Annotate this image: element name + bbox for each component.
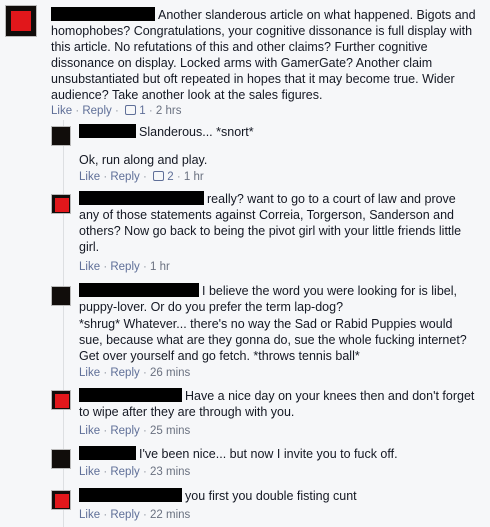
reply-link[interactable]: Reply	[110, 261, 139, 273]
separator: ·	[103, 261, 108, 273]
redacted-name[interactable]	[51, 7, 155, 21]
redacted-name[interactable]	[79, 488, 182, 502]
redacted-name[interactable]	[79, 388, 182, 402]
avatar[interactable]	[51, 390, 71, 410]
reply-link[interactable]: Reply	[110, 509, 139, 521]
like-count[interactable]: 2	[167, 171, 173, 183]
comment-text: Slanderous... *snort*	[79, 124, 479, 140]
comment-actions: Like · Reply · 26 mins	[79, 366, 190, 380]
separator: ·	[142, 367, 147, 379]
separator: ·	[142, 466, 147, 478]
redacted-name[interactable]	[79, 191, 204, 205]
like-thumb-icon	[153, 171, 165, 181]
comment-body: Another slanderous article on what happe…	[51, 8, 476, 102]
like-link[interactable]: Like	[79, 367, 100, 379]
like-count[interactable]: 1	[139, 105, 145, 117]
separator: ·	[114, 105, 119, 117]
avatar[interactable]	[51, 126, 71, 146]
comment-actions: Like · Reply · 25 mins	[79, 424, 190, 438]
timestamp[interactable]: 1 hr	[150, 261, 170, 273]
redacted-name[interactable]	[79, 446, 136, 460]
comment-body: Slanderous... *snort*	[139, 125, 254, 139]
timestamp[interactable]: 2 hrs	[156, 105, 182, 117]
timestamp[interactable]: 23 mins	[150, 466, 190, 478]
timestamp[interactable]: 22 mins	[150, 509, 190, 521]
comment-text-line-2: *shrug* Whatever... there's no way the S…	[79, 317, 467, 363]
avatar-image	[55, 394, 69, 408]
comment-text-line-2: Ok, run along and play.	[79, 153, 208, 167]
comment-body: I've been nice... but now I invite you t…	[139, 447, 398, 461]
redacted-name[interactable]	[79, 283, 199, 297]
avatar[interactable]	[51, 490, 71, 510]
separator: ·	[75, 105, 80, 117]
separator: ·	[103, 425, 108, 437]
reply-link[interactable]: Reply	[110, 466, 139, 478]
comment-actions: Like · Reply · 1 hr	[79, 260, 170, 274]
like-link[interactable]: Like	[79, 171, 100, 183]
reply-link[interactable]: Reply	[110, 425, 139, 437]
comment-text: Another slanderous article on what happe…	[51, 7, 476, 103]
reply-link[interactable]: Reply	[110, 367, 139, 379]
separator: ·	[148, 105, 153, 117]
timestamp[interactable]: 25 mins	[150, 425, 190, 437]
comment-body: you first you double fisting cunt	[185, 489, 357, 503]
timestamp[interactable]: 26 mins	[150, 367, 190, 379]
avatar-image	[11, 11, 31, 31]
comment-actions: Like · Reply · 22 mins	[79, 508, 190, 522]
comment-text: I believe the word you were looking for …	[79, 283, 479, 315]
reply-link[interactable]: Reply	[110, 171, 139, 183]
like-link[interactable]: Like	[51, 105, 72, 117]
comment-actions: Like · Reply · 2 · 1 hr	[79, 170, 204, 184]
like-link[interactable]: Like	[79, 466, 100, 478]
separator: ·	[176, 171, 181, 183]
comment-actions: Like · Reply · 1 · 2 hrs	[51, 104, 181, 118]
timestamp[interactable]: 1 hr	[184, 171, 204, 183]
separator: ·	[103, 509, 108, 521]
like-thumb-icon	[125, 105, 137, 115]
separator: ·	[142, 261, 147, 273]
reply-link[interactable]: Reply	[82, 105, 111, 117]
avatar-image	[55, 494, 69, 508]
separator: ·	[142, 509, 147, 521]
separator: ·	[103, 367, 108, 379]
avatar[interactable]	[51, 286, 71, 306]
like-link[interactable]: Like	[79, 425, 100, 437]
separator: ·	[142, 425, 147, 437]
separator: ·	[103, 466, 108, 478]
comment-text: really? want to go to a court of law and…	[79, 191, 479, 255]
redacted-name[interactable]	[79, 124, 136, 138]
avatar[interactable]	[51, 449, 71, 469]
separator: ·	[142, 171, 147, 183]
separator: ·	[103, 171, 108, 183]
avatar[interactable]	[51, 194, 71, 214]
like-link[interactable]: Like	[79, 261, 100, 273]
comment-text: you first you double fisting cunt	[79, 488, 479, 504]
comment-text: I've been nice... but now I invite you t…	[79, 446, 479, 462]
avatar-image	[55, 198, 69, 212]
comment-actions: Like · Reply · 23 mins	[79, 465, 190, 479]
comment-text: Have a nice day on your knees then and d…	[79, 388, 479, 420]
avatar[interactable]	[5, 5, 37, 37]
like-link[interactable]: Like	[79, 509, 100, 521]
